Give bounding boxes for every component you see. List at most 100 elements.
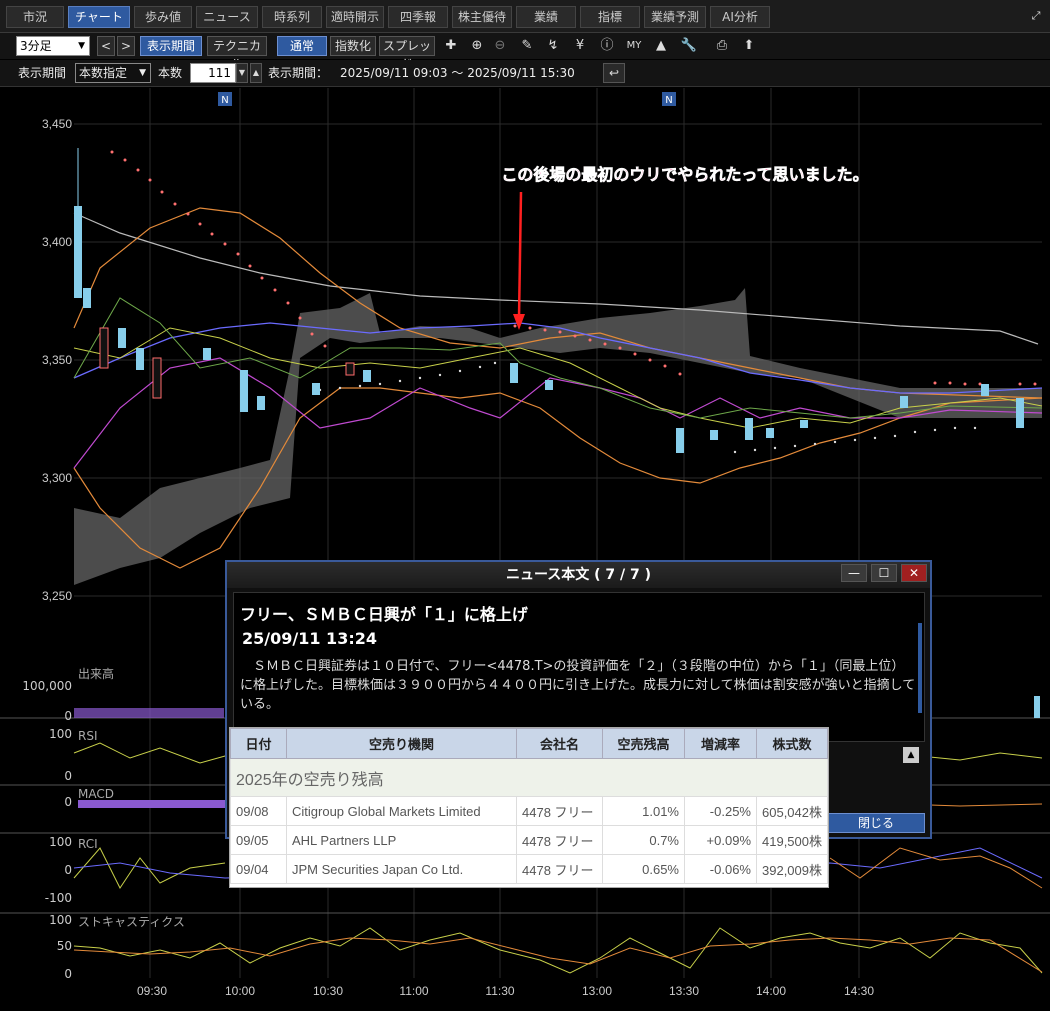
- zoom-out-icon[interactable]: ⊖: [490, 36, 510, 56]
- row-institution-link[interactable]: AHL Partners LLP: [286, 825, 517, 855]
- next-button[interactable]: >: [117, 36, 135, 56]
- close-button[interactable]: 閉じる: [827, 813, 925, 833]
- annotation-arrow: [517, 191, 523, 319]
- row-date: 09/05: [230, 825, 287, 855]
- table-row: 09/04 JPM Securities Japan Co Ltd. 4478 …: [230, 854, 828, 884]
- export-icon[interactable]: ⬆: [739, 36, 759, 56]
- my-indicator-icon[interactable]: MY: [624, 36, 644, 56]
- time-tick: 13:30: [669, 984, 699, 998]
- rsi-label: RSI: [78, 729, 98, 743]
- row-institution-link[interactable]: JPM Securities Japan Co Ltd.: [286, 854, 517, 884]
- tab-news[interactable]: ニュース: [196, 6, 258, 28]
- time-tick: 10:00: [225, 984, 255, 998]
- interval-select[interactable]: 3分足 ▼: [16, 36, 90, 56]
- zoom-in-icon[interactable]: ⊕: [467, 36, 487, 56]
- pencil-icon[interactable]: ✎: [517, 36, 537, 56]
- count-up-button[interactable]: ▲: [250, 63, 262, 83]
- year-row: 2025年の空売り残高: [230, 758, 828, 797]
- row-shares: 419,500株: [756, 825, 828, 855]
- row-ratio: 1.01%: [602, 796, 685, 826]
- price-tick: 3,350: [42, 353, 72, 367]
- rci-label: RCI: [78, 837, 98, 851]
- range-value: 2025/09/11 09:03 〜 2025/09/11 15:30: [340, 66, 575, 80]
- stoch-tick: 0: [64, 967, 72, 981]
- row-date: 09/08: [230, 796, 287, 826]
- price-tick: 3,450: [42, 117, 72, 131]
- time-tick: 13:00: [582, 984, 612, 998]
- tab-yutai[interactable]: 株主優待: [452, 6, 512, 28]
- rsi-tick: 100: [49, 727, 72, 741]
- technical-button[interactable]: テクニカル: [207, 36, 267, 71]
- short-selling-table: 日付 空売り機関 会社名 空売残高 増減率 株式数 2025年の空売り残高 09…: [229, 727, 829, 888]
- area-chart-icon[interactable]: ▲: [651, 36, 671, 56]
- spread-button[interactable]: スプレッド: [379, 36, 435, 71]
- index-button[interactable]: 指数化: [330, 36, 376, 56]
- tab-bar: 市況 チャート 歩み値 ニュース 時系列 適時開示 四季報 株主優待 業績 指標…: [0, 0, 1050, 33]
- row-date: 09/04: [230, 854, 287, 884]
- news-scrollbar[interactable]: [918, 623, 922, 713]
- reset-icon[interactable]: ↩: [603, 63, 625, 83]
- period-mode-select[interactable]: 本数指定 ▼: [75, 63, 151, 83]
- prev-button[interactable]: <: [97, 36, 115, 56]
- macd-tick: 0: [64, 795, 72, 809]
- row-ratio: 0.65%: [602, 854, 685, 884]
- volume-label: 出来高: [78, 666, 114, 681]
- volume-tick: 0: [64, 709, 72, 723]
- volume-tick: 100,000: [22, 679, 72, 693]
- count-down-button[interactable]: ▼: [236, 63, 248, 83]
- time-tick: 14:30: [844, 984, 874, 998]
- news-dialog-title[interactable]: ニュース本文 ( 7 / 7 ): [227, 562, 930, 588]
- time-tick: 14:00: [756, 984, 786, 998]
- price-tick: 3,400: [42, 235, 72, 249]
- maximize-icon[interactable]: ☐: [871, 564, 897, 582]
- expand-icon[interactable]: ⤢: [1026, 6, 1046, 26]
- tab-timeseries[interactable]: 時系列: [262, 6, 322, 28]
- rci-tick: 0: [64, 863, 72, 877]
- news-marker-2[interactable]: N: [665, 95, 672, 106]
- tab-disclosure[interactable]: 適時開示: [326, 6, 384, 28]
- row-company-link[interactable]: 4478 フリー: [516, 796, 603, 826]
- stoch-tick: 100: [49, 913, 72, 927]
- row-institution-link[interactable]: Citigroup Global Markets Limited: [286, 796, 517, 826]
- minimize-icon[interactable]: —: [841, 564, 867, 582]
- row-shares: 605,042株: [756, 796, 828, 826]
- tab-results[interactable]: 業績: [516, 6, 576, 28]
- price-tick: 3,250: [42, 589, 72, 603]
- time-tick: 10:30: [313, 984, 343, 998]
- col-ratio: 空売残高: [602, 728, 685, 759]
- tab-shikiho[interactable]: 四季報: [388, 6, 448, 28]
- close-icon[interactable]: ✕: [901, 564, 927, 582]
- tab-chart[interactable]: チャート: [68, 6, 130, 28]
- chart-toolbar: 3分足▼ < > 表示期間 テクニカル 通常 指数化 スプレッド ✚ ⊕ ⊖ ✎…: [0, 33, 1050, 71]
- period-button[interactable]: 表示期間: [140, 36, 202, 56]
- trend-icon[interactable]: ↯: [543, 36, 563, 56]
- tab-ai[interactable]: AI分析: [710, 6, 770, 28]
- print-icon[interactable]: ⎙: [712, 36, 732, 56]
- count-label: 本数: [158, 66, 183, 80]
- rsi-tick: 0: [64, 769, 72, 783]
- tab-indicators[interactable]: 指標: [580, 6, 640, 28]
- scroll-up-icon[interactable]: ▲: [903, 747, 919, 763]
- col-change: 増減率: [684, 728, 757, 759]
- wrench-icon[interactable]: 🔧: [679, 36, 699, 56]
- count-input[interactable]: 111: [190, 63, 236, 83]
- range-label: 表示期間：: [268, 66, 329, 80]
- tab-forecast[interactable]: 業績予測: [644, 6, 706, 28]
- row-change: -0.06%: [684, 854, 757, 884]
- row-company-link[interactable]: 4478 フリー: [516, 854, 603, 884]
- normal-button[interactable]: 通常: [277, 36, 327, 56]
- macd-label: MACD: [78, 787, 114, 801]
- crosshair-icon[interactable]: ✚: [441, 36, 461, 56]
- row-shares: 392,009株: [756, 854, 828, 884]
- news-marker-1[interactable]: N: [221, 95, 228, 106]
- row-change: -0.25%: [684, 796, 757, 826]
- info-icon[interactable]: ⓘ: [597, 36, 617, 56]
- tab-ticks[interactable]: 歩み値: [134, 6, 192, 28]
- time-tick: 11:00: [399, 984, 428, 998]
- tab-market[interactable]: 市況: [6, 6, 64, 28]
- table-row: 09/05 AHL Partners LLP 4478 フリー 0.7% +0.…: [230, 825, 828, 855]
- row-change: +0.09%: [684, 825, 757, 855]
- yen-icon[interactable]: ¥: [570, 36, 590, 56]
- row-ratio: 0.7%: [602, 825, 685, 855]
- row-company-link[interactable]: 4478 フリー: [516, 825, 603, 855]
